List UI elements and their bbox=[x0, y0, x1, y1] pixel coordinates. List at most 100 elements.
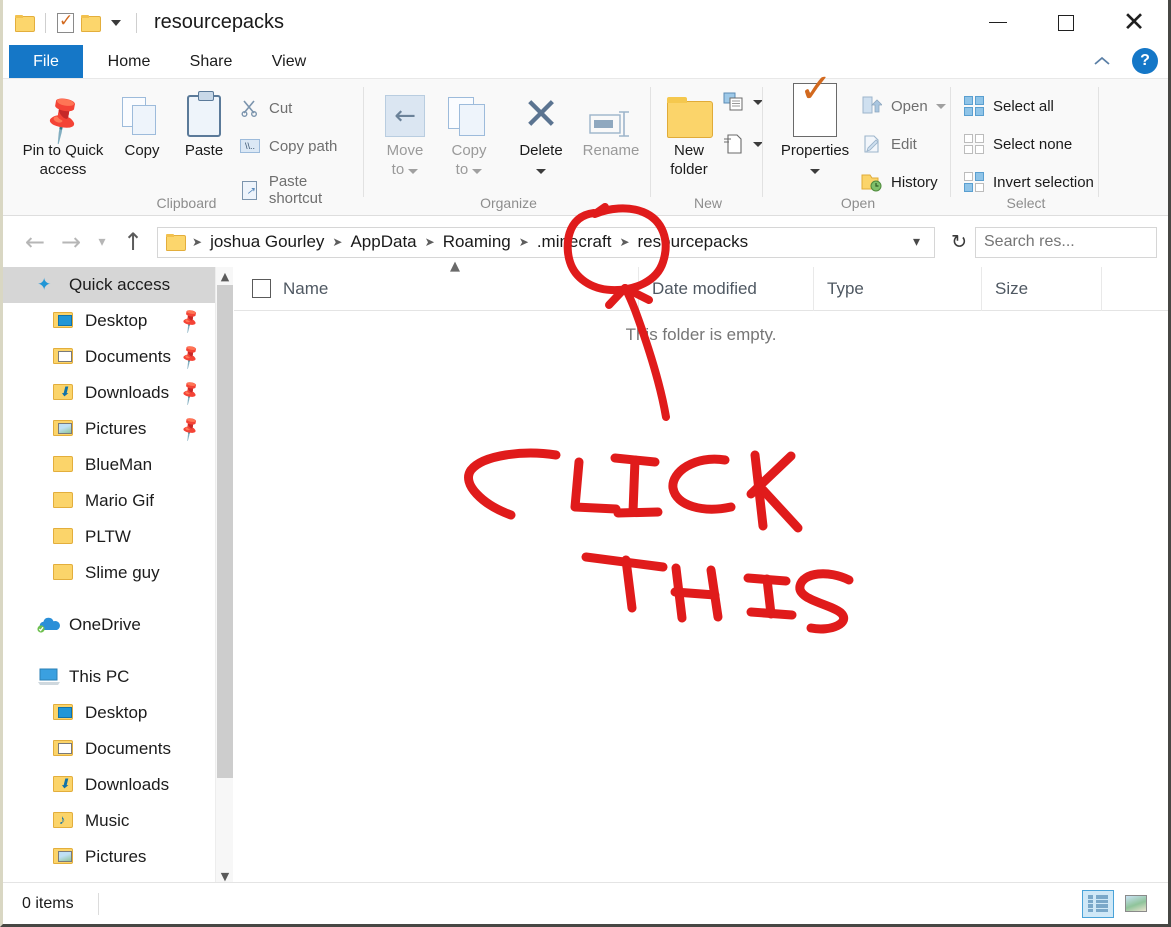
sidebar-label-qa-pltw: PLTW bbox=[85, 527, 131, 546]
history-button[interactable]: History bbox=[861, 171, 938, 193]
new-item-button[interactable] bbox=[723, 91, 763, 113]
breadcrumb-item-user[interactable]: joshua Gourley bbox=[205, 232, 329, 252]
copy-label: Copy bbox=[124, 142, 160, 159]
refresh-button[interactable]: ↻ bbox=[943, 231, 975, 253]
sidebar-item-qa-documents[interactable]: Documents 📌 bbox=[3, 339, 215, 375]
column-header-name[interactable]: Name ▲ bbox=[234, 259, 639, 311]
sidebar-item-pc-documents[interactable]: Documents bbox=[3, 731, 215, 767]
collapse-ribbon-button[interactable] bbox=[1089, 48, 1115, 74]
new-folder-icon[interactable] bbox=[81, 14, 101, 32]
sidebar-item-qa-pltw[interactable]: PLTW bbox=[3, 519, 215, 555]
column-header-extra[interactable] bbox=[1102, 267, 1168, 311]
recent-locations-button[interactable]: ▾ bbox=[89, 224, 115, 260]
address-bar: ← → ▾ ↑ ➤ joshua Gourley ➤ AppData ➤ Roa… bbox=[3, 217, 1171, 267]
sidebar-item-pc-desktop[interactable]: Desktop bbox=[3, 695, 215, 731]
music-folder-icon: ♪ bbox=[53, 811, 77, 831]
sidebar-item-onedrive[interactable]: OneDrive bbox=[3, 607, 215, 643]
copy-path-button[interactable]: \\.. Copy path bbox=[239, 135, 337, 157]
column-header-type[interactable]: Type bbox=[814, 266, 982, 311]
navigation-scrollbar[interactable]: ▲ ▼ bbox=[215, 267, 233, 885]
folder-icon[interactable] bbox=[15, 14, 35, 32]
breadcrumb-separator-2[interactable]: ➤ bbox=[422, 235, 438, 249]
tab-home[interactable]: Home bbox=[91, 45, 167, 78]
sidebar-item-qa-desktop[interactable]: Desktop 📌 bbox=[3, 303, 215, 339]
breadcrumb[interactable]: ➤ joshua Gourley ➤ AppData ➤ Roaming ➤ .… bbox=[157, 226, 936, 258]
maximize-button[interactable] bbox=[1032, 0, 1100, 45]
sidebar-item-this-pc[interactable]: This PC bbox=[3, 659, 215, 695]
select-all-checkbox[interactable] bbox=[252, 279, 271, 298]
breadcrumb-item-appdata[interactable]: AppData bbox=[345, 232, 421, 252]
easy-access-button[interactable] bbox=[723, 133, 763, 155]
move-to-button[interactable]: ← Move to bbox=[374, 89, 436, 179]
up-button[interactable]: ↑ bbox=[115, 224, 151, 260]
minimize-button[interactable] bbox=[964, 0, 1032, 45]
properties-check-icon[interactable] bbox=[57, 11, 74, 33]
sidebar-item-qa-blueman[interactable]: BlueMan bbox=[3, 447, 215, 483]
chevron-down-icon-3[interactable] bbox=[536, 169, 546, 174]
sidebar-item-qa-mario-gif[interactable]: Mario Gif bbox=[3, 483, 215, 519]
folder-icon bbox=[53, 455, 77, 475]
breadcrumb-item-roaming[interactable]: Roaming bbox=[438, 232, 516, 252]
paste-button[interactable]: Paste bbox=[173, 89, 235, 160]
scrollbar-thumb[interactable] bbox=[217, 285, 233, 778]
breadcrumb-separator-4[interactable]: ➤ bbox=[616, 235, 632, 249]
breadcrumb-item-minecraft[interactable]: .minecraft bbox=[532, 232, 617, 252]
cut-button[interactable]: Cut bbox=[239, 97, 292, 119]
delete-x-icon: ✕ bbox=[522, 89, 560, 140]
back-button[interactable]: ← bbox=[17, 224, 53, 260]
column-header-size[interactable]: Size bbox=[982, 266, 1102, 311]
ribbon-group-organize: ← Move to Copy to ✕ Delete Rename Organi… bbox=[366, 81, 651, 215]
sidebar-label-qa-pictures: Pictures bbox=[85, 419, 147, 438]
pin-icon[interactable]: 📌 bbox=[176, 379, 205, 408]
search-input[interactable] bbox=[984, 233, 1171, 251]
details-view-button[interactable] bbox=[1082, 889, 1114, 918]
column-header-type-label: Type bbox=[827, 278, 864, 298]
breadcrumb-separator-0[interactable]: ➤ bbox=[189, 235, 205, 249]
invert-selection-button[interactable]: Invert selection bbox=[963, 171, 1094, 193]
select-none-button[interactable]: Select none bbox=[963, 133, 1072, 155]
column-header-date-modified[interactable]: Date modified bbox=[639, 266, 814, 311]
pin-icon[interactable]: 📌 bbox=[176, 343, 205, 372]
scissors-icon bbox=[239, 97, 261, 119]
sidebar-item-pc-downloads[interactable]: ⬇ Downloads bbox=[3, 767, 215, 803]
breadcrumb-item-resourcepacks[interactable]: resourcepacks bbox=[633, 232, 754, 252]
downloads-folder-icon: ⬇ bbox=[53, 383, 77, 403]
copy-to-button[interactable]: Copy to bbox=[438, 89, 500, 179]
breadcrumb-separator-1[interactable]: ➤ bbox=[329, 235, 345, 249]
chevron-down-icon-2[interactable] bbox=[472, 169, 483, 174]
toolbar-divider bbox=[45, 12, 46, 33]
invert-selection-label: Invert selection bbox=[993, 173, 1094, 191]
copy-button[interactable]: Copy bbox=[112, 89, 172, 160]
tab-file[interactable]: File bbox=[9, 45, 83, 78]
new-item-icon bbox=[723, 91, 745, 113]
tab-view[interactable]: View bbox=[255, 45, 323, 78]
large-icons-view-button[interactable] bbox=[1120, 890, 1152, 918]
sidebar-label-qa-desktop: Desktop bbox=[85, 311, 148, 330]
pin-icon[interactable]: 📌 bbox=[176, 307, 205, 336]
pin-icon[interactable]: 📌 bbox=[176, 415, 205, 444]
sidebar-item-qa-slime-guy[interactable]: Slime guy bbox=[3, 555, 215, 591]
search-box[interactable]: ⚲ bbox=[975, 226, 1171, 258]
select-all-button[interactable]: Select all bbox=[963, 95, 1054, 117]
close-button[interactable]: ✕ bbox=[1100, 0, 1168, 45]
chevron-down-icon[interactable] bbox=[111, 19, 121, 26]
forward-button[interactable]: → bbox=[53, 224, 89, 260]
sidebar-item-quick-access[interactable]: ✦ Quick access bbox=[3, 267, 215, 303]
history-label: History bbox=[891, 173, 938, 191]
tab-share[interactable]: Share bbox=[173, 45, 249, 78]
sidebar-item-pc-pictures[interactable]: Pictures bbox=[3, 839, 215, 875]
help-button[interactable]: ? bbox=[1132, 48, 1158, 74]
sidebar-item-qa-pictures[interactable]: Pictures 📌 bbox=[3, 411, 215, 447]
properties-button[interactable]: Properties bbox=[769, 80, 861, 179]
new-folder-button[interactable]: New folder bbox=[657, 89, 721, 179]
chevron-down-icon[interactable] bbox=[408, 169, 419, 174]
copy-path-label: Copy path bbox=[269, 137, 338, 155]
breadcrumb-separator-3[interactable]: ➤ bbox=[516, 235, 532, 249]
scroll-up-button[interactable]: ▲ bbox=[216, 267, 234, 285]
sidebar-item-pc-music[interactable]: ♪ Music bbox=[3, 803, 215, 839]
chevron-down-icon[interactable]: ▾ bbox=[901, 234, 932, 250]
pin-to-quick-access-button[interactable]: 📌 Pin to Quick access bbox=[13, 89, 113, 179]
chevron-down-icon-6[interactable] bbox=[810, 169, 820, 174]
delete-button[interactable]: ✕ Delete bbox=[508, 89, 574, 179]
sidebar-item-qa-downloads[interactable]: ⬇ Downloads 📌 bbox=[3, 375, 215, 411]
